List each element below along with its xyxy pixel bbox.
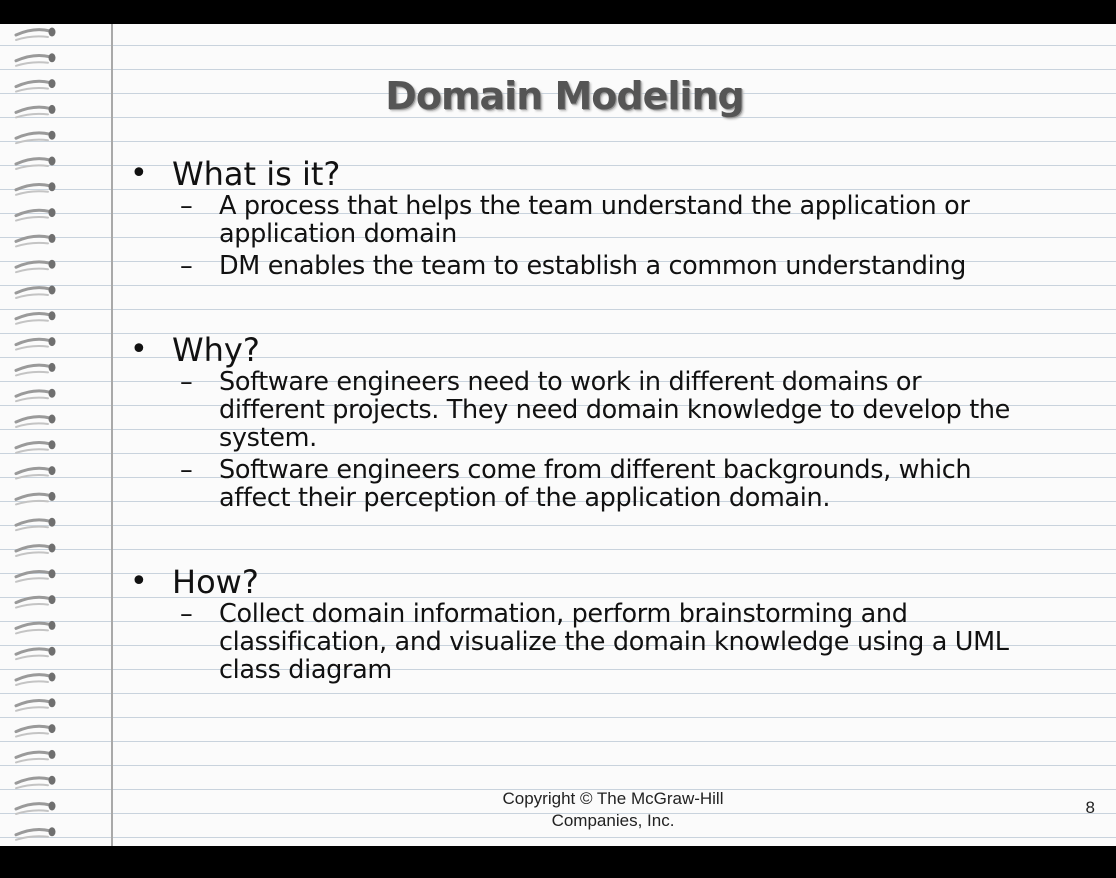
spiral-ring-icon: [14, 259, 56, 274]
spiral-ring-icon: [14, 517, 56, 532]
spiral-ring-icon: [14, 827, 56, 841]
dash-icon: –: [180, 367, 193, 397]
slide-title: Domain Modeling: [385, 74, 744, 118]
spiral-ring-icon: [14, 337, 56, 351]
dash-icon: –: [180, 455, 193, 485]
sub-point: – Software engineers need to work in dif…: [128, 368, 1098, 452]
spiral-ring-icon: [14, 801, 56, 815]
spiral-ring-icon: [14, 285, 56, 299]
section-heading: How?: [172, 563, 259, 601]
margin-line: [111, 24, 113, 846]
spiral-ring-icon: [14, 27, 56, 41]
text-line: DM enables the team to establish a commo…: [219, 251, 967, 281]
spiral-ring-icon: [14, 775, 56, 790]
slide-content: • What is it? – A process that helps the…: [128, 156, 1098, 684]
spiral-ring-icon: [14, 104, 56, 119]
copyright-footer: Copyright © The McGraw-Hill Companies, I…: [463, 788, 763, 832]
spiral-ring-icon: [14, 156, 56, 170]
text-line: classification, and visualize the domain…: [219, 627, 1009, 657]
text-line: application domain: [219, 219, 457, 249]
sub-point: – A process that helps the team understa…: [128, 192, 1098, 248]
bullet-why: • Why?: [128, 332, 1098, 368]
text-line: system.: [219, 423, 317, 453]
dash-icon: –: [180, 251, 193, 281]
spiral-ring-icon: [14, 440, 56, 454]
text-line: class diagram: [219, 655, 392, 685]
spiral-ring-icon: [14, 595, 56, 609]
bullet-icon: •: [130, 156, 148, 191]
spiral-binding-icon: [14, 27, 56, 841]
spiral-ring-icon: [14, 388, 56, 403]
spiral-ring-icon: [14, 724, 56, 738]
spiral-ring-icon: [14, 749, 56, 764]
spiral-ring-icon: [14, 620, 56, 635]
dash-icon: –: [180, 191, 193, 221]
text-line: affect their perception of the applicati…: [219, 483, 831, 513]
bullet-icon: •: [130, 564, 148, 599]
spiral-ring-icon: [14, 79, 56, 93]
section-heading: What is it?: [172, 155, 341, 193]
spiral-ring-icon: [14, 233, 56, 248]
spiral-ring-icon: [14, 182, 56, 196]
spiral-ring-icon: [14, 466, 56, 480]
sub-point: – Software engineers come from different…: [128, 456, 1098, 512]
spiral-ring-icon: [14, 672, 56, 686]
spiral-ring-icon: [14, 569, 56, 583]
page-number: 8: [1085, 798, 1095, 817]
bullet-what-is-it: • What is it?: [128, 156, 1098, 192]
text-line: Software engineers need to work in diffe…: [219, 367, 922, 397]
text-line: Software engineers come from different b…: [219, 455, 972, 485]
spiral-ring-icon: [14, 491, 56, 506]
section-heading: Why?: [172, 331, 260, 369]
copyright-line: Copyright © The McGraw-Hill: [502, 789, 724, 808]
dash-icon: –: [180, 599, 193, 629]
spiral-ring-icon: [14, 646, 56, 661]
spiral-ring-icon: [14, 543, 56, 557]
slide: Domain Modeling • What is it? – A proces…: [0, 24, 1116, 846]
spiral-ring-icon: [14, 130, 56, 145]
sub-point: – DM enables the team to establish a com…: [128, 252, 1098, 280]
copyright-line: Companies, Inc.: [551, 811, 675, 830]
text-line: Collect domain information, perform brai…: [219, 599, 908, 629]
text-line: different projects. They need domain kno…: [219, 395, 1011, 425]
bullet-how: • How?: [128, 564, 1098, 600]
sub-point: – Collect domain information, perform br…: [128, 600, 1098, 684]
spiral-ring-icon: [14, 311, 56, 325]
spiral-ring-icon: [14, 698, 56, 712]
spiral-ring-icon: [14, 362, 56, 377]
spiral-ring-icon: [14, 208, 56, 222]
bullet-icon: •: [130, 332, 148, 367]
text-line: A process that helps the team understand…: [219, 191, 970, 221]
spiral-ring-icon: [14, 53, 56, 67]
spiral-ring-icon: [14, 414, 56, 428]
